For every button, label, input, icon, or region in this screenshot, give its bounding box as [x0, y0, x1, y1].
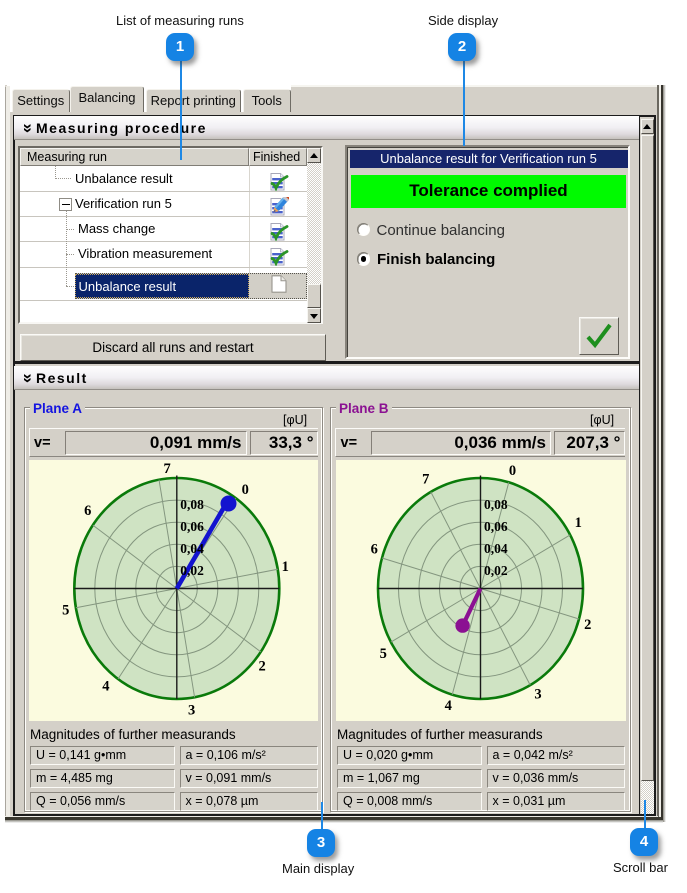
- svg-text:0,02: 0,02: [484, 563, 508, 578]
- svg-text:2: 2: [584, 617, 591, 633]
- svg-text:0,06: 0,06: [180, 519, 204, 534]
- svg-text:3: 3: [534, 686, 541, 702]
- svg-text:0,02: 0,02: [180, 563, 204, 578]
- svg-text:2: 2: [258, 658, 265, 674]
- svg-text:5: 5: [62, 602, 69, 618]
- svg-text:0,08: 0,08: [180, 497, 204, 512]
- svg-text:4: 4: [445, 698, 452, 714]
- svg-text:3: 3: [187, 702, 194, 718]
- svg-text:7: 7: [422, 472, 429, 488]
- svg-text:4: 4: [102, 678, 109, 694]
- svg-text:6: 6: [371, 541, 378, 557]
- svg-text:0,06: 0,06: [484, 519, 508, 534]
- svg-text:6: 6: [84, 503, 91, 519]
- svg-text:0,04: 0,04: [180, 541, 204, 556]
- svg-text:7: 7: [163, 461, 170, 477]
- svg-text:0: 0: [509, 463, 516, 479]
- svg-text:1: 1: [281, 559, 288, 575]
- svg-text:0: 0: [241, 482, 248, 498]
- svg-text:1: 1: [575, 515, 582, 531]
- svg-text:0,04: 0,04: [484, 541, 508, 556]
- svg-text:5: 5: [380, 646, 387, 662]
- svg-text:0,08: 0,08: [484, 497, 508, 512]
